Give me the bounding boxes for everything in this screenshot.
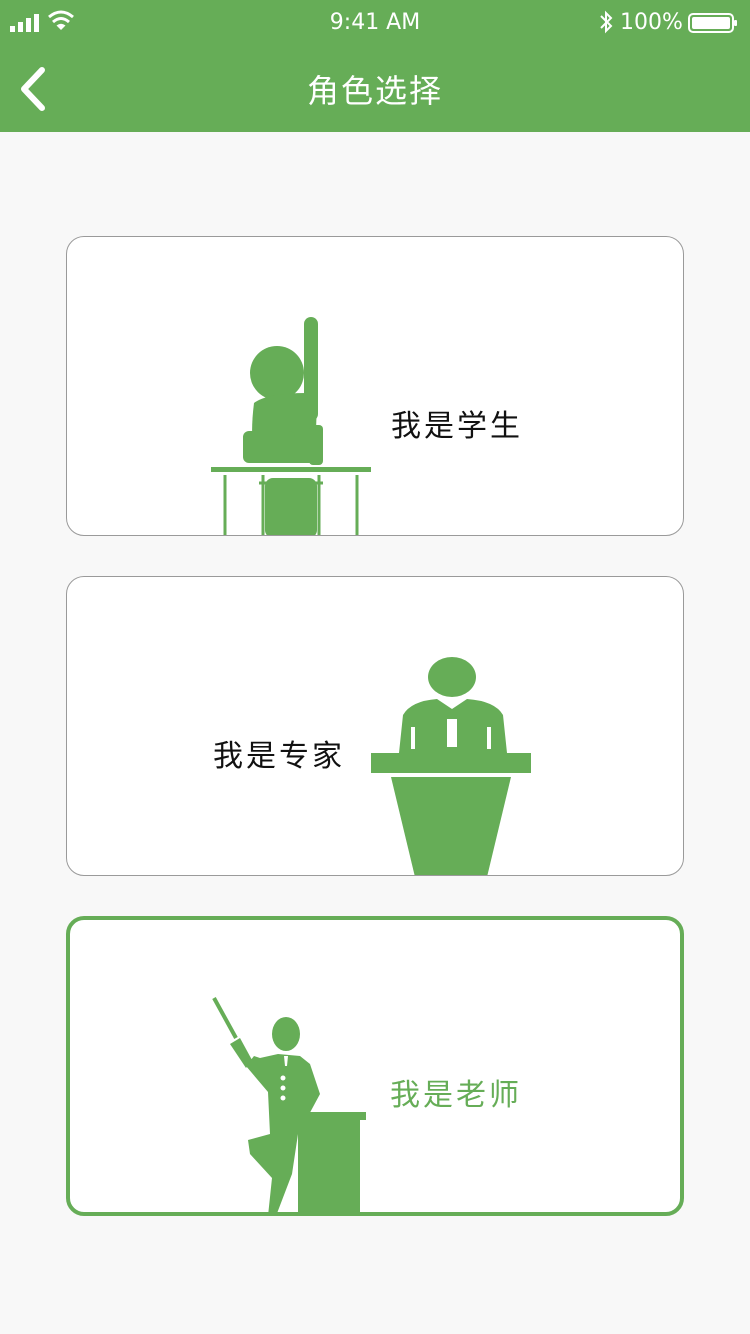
bluetooth-icon <box>600 10 613 34</box>
role-label: 我是学生 <box>391 409 523 444</box>
role-card-teacher[interactable]: 我是老师 <box>66 916 684 1216</box>
battery-full-icon <box>688 13 737 33</box>
status-bar: 9:41 AM 100% <box>0 0 750 48</box>
expert-at-podium-icon <box>371 657 531 875</box>
nav-header: 9:41 AM 100% 角色选择 <box>0 0 750 132</box>
page-title: 角色选择 <box>306 72 443 110</box>
student-raising-hand-icon <box>211 317 371 535</box>
teacher-with-pointer-icon <box>212 997 366 1212</box>
role-label: 我是老师 <box>390 1078 522 1113</box>
role-card-student[interactable]: 我是学生 <box>66 236 684 536</box>
battery-percent: 100% <box>620 10 683 35</box>
role-card-expert[interactable]: 我是专家 <box>66 576 684 876</box>
role-label: 我是专家 <box>213 739 345 774</box>
